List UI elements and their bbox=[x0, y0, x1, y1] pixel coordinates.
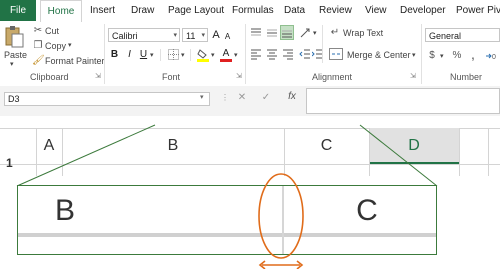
cancel-entry-icon[interactable]: ✕ bbox=[236, 92, 248, 103]
decrease-indent-icon[interactable] bbox=[299, 48, 311, 60]
zoom-row-border bbox=[18, 233, 436, 237]
name-box-dropdown-icon[interactable]: ▾ bbox=[200, 93, 204, 101]
number-format-select[interactable]: General bbox=[425, 28, 500, 42]
orientation-dropdown-icon[interactable]: ▾ bbox=[313, 29, 317, 37]
font-size-value: 11 bbox=[186, 31, 196, 41]
align-right-icon[interactable] bbox=[282, 48, 294, 60]
bold-button[interactable]: B bbox=[110, 49, 119, 61]
align-left-icon[interactable] bbox=[250, 48, 262, 60]
chevron-down-icon: ▾ bbox=[173, 32, 177, 39]
resize-double-arrow-icon bbox=[258, 258, 306, 269]
fill-color-dropdown-icon[interactable]: ▾ bbox=[211, 51, 215, 59]
tab-draw[interactable]: Draw bbox=[131, 0, 154, 21]
group-divider bbox=[421, 24, 422, 84]
font-size-select[interactable]: 11 ▾ bbox=[182, 28, 208, 42]
more-options-icon: ⋮ bbox=[221, 93, 229, 102]
align-center-icon[interactable] bbox=[266, 48, 278, 60]
increase-decimal-icon[interactable]: 0 bbox=[484, 50, 498, 62]
group-divider bbox=[245, 24, 246, 84]
font-group-label: Font bbox=[162, 72, 181, 82]
ribbon-tab-bar: File Home Insert Draw Page Layout Formul… bbox=[0, 0, 500, 23]
tab-review[interactable]: Review bbox=[319, 0, 352, 21]
enter-entry-icon[interactable]: ✓ bbox=[260, 92, 272, 103]
divider bbox=[190, 49, 191, 61]
grow-font-button[interactable]: A bbox=[211, 29, 221, 41]
top-align-icon[interactable] bbox=[250, 27, 262, 39]
middle-align-icon[interactable] bbox=[266, 27, 278, 39]
underline-dropdown-icon[interactable]: ▾ bbox=[150, 51, 154, 59]
formula-input[interactable] bbox=[306, 88, 500, 114]
shrink-font-button[interactable]: A bbox=[223, 31, 232, 43]
increase-indent-icon[interactable] bbox=[311, 48, 322, 60]
percent-button[interactable]: % bbox=[452, 50, 462, 62]
tab-power-pivot[interactable]: Power Pivot bbox=[456, 0, 500, 21]
divider bbox=[322, 25, 323, 63]
merge-center-icon[interactable] bbox=[329, 48, 343, 60]
font-launcher-icon[interactable]: ⇲ bbox=[236, 72, 242, 80]
tab-developer[interactable]: Developer bbox=[400, 0, 446, 21]
font-name-value: Calibri bbox=[112, 31, 138, 41]
merge-dropdown-icon[interactable]: ▾ bbox=[412, 51, 416, 59]
tab-insert[interactable]: Insert bbox=[90, 0, 115, 21]
number-group-label: Number bbox=[450, 72, 483, 82]
cut-icon[interactable]: ✂ bbox=[33, 25, 43, 37]
zoom-column-b-label: B bbox=[54, 194, 75, 227]
font-color-icon[interactable]: A bbox=[220, 48, 232, 62]
name-box[interactable]: D3 bbox=[4, 92, 210, 106]
clipboard-group-label: Clipboard bbox=[30, 72, 69, 82]
insert-function-icon[interactable]: fx bbox=[285, 91, 299, 102]
format-painter-button[interactable]: Format Painter bbox=[45, 56, 105, 66]
font-color-swatch bbox=[220, 59, 232, 62]
zoom-column-c-label: C bbox=[356, 194, 378, 227]
tab-formulas[interactable]: Formulas bbox=[232, 0, 274, 21]
currency-dropdown-icon[interactable]: ▾ bbox=[440, 52, 444, 60]
ribbon-home: Paste ▾ ✂ Cut ❐ Copy ▾ 🖌 Format Painter … bbox=[0, 22, 500, 87]
orientation-icon[interactable] bbox=[299, 27, 311, 39]
number-format-value: General bbox=[429, 31, 462, 41]
tab-data[interactable]: Data bbox=[284, 0, 305, 21]
borders-dropdown-icon[interactable]: ▾ bbox=[181, 51, 185, 59]
font-name-select[interactable]: Calibri ▾ bbox=[108, 28, 180, 42]
cut-button[interactable]: Cut bbox=[45, 26, 59, 36]
copy-icon[interactable]: ❐ bbox=[33, 40, 43, 52]
alignment-group-label: Alignment bbox=[312, 72, 353, 82]
column-boundary-highlight bbox=[258, 173, 304, 269]
wrap-text-button[interactable]: Wrap Text bbox=[343, 28, 383, 38]
group-divider bbox=[104, 24, 105, 84]
tab-page-layout[interactable]: Page Layout bbox=[168, 0, 224, 21]
borders-icon[interactable] bbox=[168, 49, 179, 60]
format-painter-icon[interactable]: 🖌 bbox=[32, 55, 45, 67]
tab-home[interactable]: Home bbox=[40, 0, 82, 23]
currency-button[interactable]: $ bbox=[427, 50, 437, 62]
chevron-down-icon: ▾ bbox=[201, 32, 205, 39]
paste-button[interactable]: Paste bbox=[4, 50, 27, 60]
fill-color-icon[interactable] bbox=[197, 48, 209, 62]
bottom-align-icon[interactable] bbox=[280, 25, 294, 40]
svg-text:0: 0 bbox=[492, 54, 496, 61]
clipboard-launcher-icon[interactable]: ⇲ bbox=[95, 72, 101, 80]
name-box-value: D3 bbox=[8, 94, 20, 104]
underline-button[interactable]: U bbox=[139, 49, 148, 61]
tab-view[interactable]: View bbox=[365, 0, 387, 21]
paste-dropdown-icon[interactable]: ▾ bbox=[10, 60, 14, 68]
alignment-launcher-icon[interactable]: ⇲ bbox=[410, 72, 416, 80]
wrap-text-icon[interactable]: ↵ bbox=[329, 27, 341, 39]
merge-center-button[interactable]: Merge & Center bbox=[347, 50, 411, 60]
copy-dropdown-icon[interactable]: ▾ bbox=[68, 41, 72, 49]
italic-button[interactable]: I bbox=[125, 49, 134, 61]
font-color-dropdown-icon[interactable]: ▾ bbox=[234, 51, 238, 59]
copy-button[interactable]: Copy bbox=[45, 41, 66, 51]
tab-file[interactable]: File bbox=[0, 0, 36, 21]
divider bbox=[160, 49, 161, 61]
comma-button[interactable]: , bbox=[468, 47, 478, 61]
paste-icon[interactable] bbox=[3, 25, 25, 49]
